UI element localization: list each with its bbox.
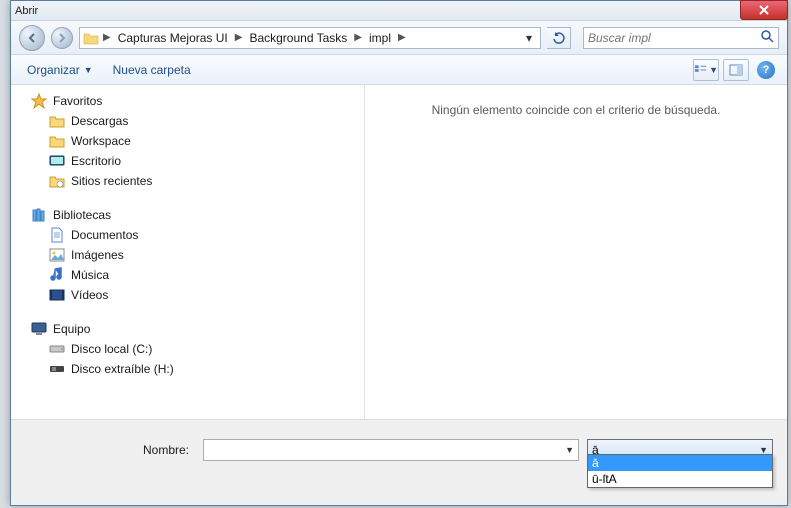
- favorites-label: Favoritos: [53, 94, 102, 108]
- content-area: Favoritos Descargas Workspace Escritorio…: [11, 85, 787, 419]
- address-dropdown-icon[interactable]: ▾: [520, 31, 538, 45]
- preview-pane-button[interactable]: [723, 59, 749, 81]
- tree-item-label: Vídeos: [71, 288, 108, 302]
- breadcrumb-item[interactable]: Capturas Mejoras UI: [114, 31, 232, 45]
- breadcrumb-item[interactable]: Background Tasks: [245, 31, 351, 45]
- organize-button[interactable]: Organizar ▼: [19, 59, 101, 81]
- computer-header[interactable]: Equipo: [11, 319, 364, 339]
- sidebar-item-videos[interactable]: Vídeos: [11, 285, 364, 305]
- tree-item-label: Escritorio: [71, 154, 121, 168]
- sidebar-item-documents[interactable]: Documentos: [11, 225, 364, 245]
- sidebar-item-workspace[interactable]: Workspace: [11, 131, 364, 151]
- tree-item-label: Sitios recientes: [71, 174, 152, 188]
- bottom-bar: Nombre: ▼ ā ▼ ā ū-ſtA: [11, 419, 787, 505]
- tree-item-label: Workspace: [71, 134, 131, 148]
- tree-item-label: Música: [71, 268, 109, 282]
- tree-item-label: Disco local (C:): [71, 342, 152, 356]
- filename-label: Nombre:: [25, 443, 195, 457]
- desktop-icon: [49, 153, 65, 169]
- disk-icon: [49, 341, 65, 357]
- chevron-down-icon[interactable]: ▼: [565, 445, 574, 455]
- favorites-group: Favoritos Descargas Workspace Escritorio…: [11, 91, 364, 191]
- new-folder-label: Nueva carpeta: [113, 63, 191, 77]
- new-folder-button[interactable]: Nueva carpeta: [105, 59, 199, 81]
- help-icon: ?: [757, 61, 775, 79]
- chevron-right-icon[interactable]: ▶: [100, 32, 114, 43]
- recent-icon: [49, 173, 65, 189]
- computer-group: Equipo Disco local (C:) Disco extraíble …: [11, 319, 364, 379]
- libraries-icon: [31, 207, 47, 223]
- document-icon: [49, 227, 65, 243]
- chevron-right-icon[interactable]: ▶: [351, 32, 365, 43]
- navbar: ▶ Capturas Mejoras UI ▶ Background Tasks…: [11, 21, 787, 55]
- close-button[interactable]: [740, 0, 788, 20]
- nav-forward-button[interactable]: [51, 27, 73, 49]
- chevron-right-icon[interactable]: ▶: [232, 32, 246, 43]
- navigation-sidebar[interactable]: Favoritos Descargas Workspace Escritorio…: [11, 85, 365, 419]
- folder-icon: [49, 113, 65, 129]
- window-title: Abrir: [15, 5, 38, 17]
- pictures-icon: [49, 247, 65, 263]
- sidebar-item-recent[interactable]: Sitios recientes: [11, 171, 364, 191]
- libraries-group: Bibliotecas Documentos Imágenes Música V…: [11, 205, 364, 305]
- libraries-header[interactable]: Bibliotecas: [11, 205, 364, 225]
- view-options-button[interactable]: ▼: [693, 59, 719, 81]
- folder-icon: [49, 133, 65, 149]
- filetype-dropdown: ā ū-ſtA: [587, 454, 773, 488]
- filename-input[interactable]: ▼: [203, 439, 579, 461]
- sidebar-item-music[interactable]: Música: [11, 265, 364, 285]
- file-list-pane: Ningún elemento coincide con el criterio…: [365, 85, 787, 419]
- sidebar-item-removable-disk[interactable]: Disco extraíble (H:): [11, 359, 364, 379]
- computer-icon: [31, 321, 47, 337]
- help-button[interactable]: ?: [753, 59, 779, 81]
- star-icon: [31, 93, 47, 109]
- filetype-option[interactable]: ā: [588, 455, 772, 471]
- address-bar[interactable]: ▶ Capturas Mejoras UI ▶ Background Tasks…: [79, 27, 541, 49]
- sidebar-item-downloads[interactable]: Descargas: [11, 111, 364, 131]
- chevron-down-icon: ▼: [759, 445, 768, 455]
- toolbar: Organizar ▼ Nueva carpeta ▼ ?: [11, 55, 787, 85]
- chevron-right-icon[interactable]: ▶: [395, 32, 409, 43]
- breadcrumb-item[interactable]: impl: [365, 31, 395, 45]
- open-dialog: Abrir ▶ Capturas Mejoras UI ▶ Background…: [10, 0, 788, 506]
- nav-back-button[interactable]: [19, 25, 45, 51]
- refresh-button[interactable]: [547, 27, 571, 49]
- tree-item-label: Documentos: [71, 228, 138, 242]
- sidebar-item-local-disk[interactable]: Disco local (C:): [11, 339, 364, 359]
- tree-item-label: Disco extraíble (H:): [71, 362, 174, 376]
- removable-disk-icon: [49, 361, 65, 377]
- tree-item-label: Descargas: [71, 114, 128, 128]
- libraries-label: Bibliotecas: [53, 208, 111, 222]
- folder-icon: [82, 30, 100, 46]
- computer-label: Equipo: [53, 322, 90, 336]
- sidebar-item-pictures[interactable]: Imágenes: [11, 245, 364, 265]
- empty-message: Ningún elemento coincide con el criterio…: [432, 103, 721, 117]
- filetype-option[interactable]: ū-ſtA: [588, 471, 772, 487]
- search-input[interactable]: [588, 31, 760, 45]
- chevron-down-icon: ▼: [709, 65, 718, 75]
- chevron-down-icon: ▼: [84, 65, 93, 75]
- favorites-header[interactable]: Favoritos: [11, 91, 364, 111]
- music-icon: [49, 267, 65, 283]
- titlebar: Abrir: [11, 1, 787, 21]
- organize-label: Organizar: [27, 63, 80, 77]
- sidebar-item-desktop[interactable]: Escritorio: [11, 151, 364, 171]
- video-icon: [49, 287, 65, 303]
- search-icon[interactable]: [760, 29, 774, 46]
- search-box[interactable]: [583, 27, 779, 49]
- tree-item-label: Imágenes: [71, 248, 124, 262]
